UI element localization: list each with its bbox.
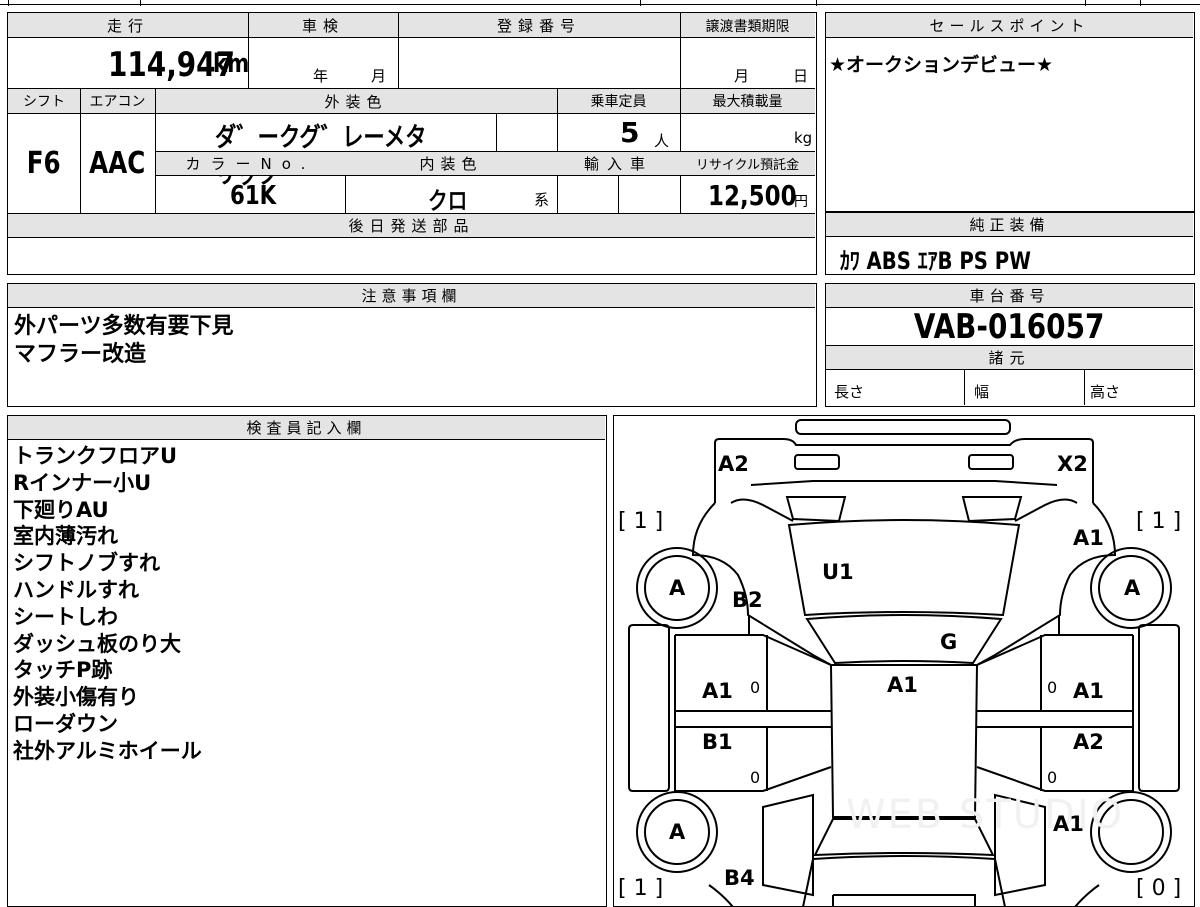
- recycle-unit: 円: [794, 194, 808, 210]
- mileage-unit: km: [213, 49, 250, 79]
- recycle-label: リサイクル預託金: [695, 158, 800, 173]
- mark-u1-trunk: U1: [822, 560, 854, 584]
- inspector-line-10: 外装小傷有り: [13, 685, 139, 710]
- zero-mark-3: 0: [750, 768, 761, 787]
- inspector-line-8: ダッシュ板のり大: [13, 631, 181, 656]
- inspection-label: 車検: [301, 17, 344, 35]
- mark-a1-right-rear-door: A1: [1073, 679, 1104, 703]
- inspector-line-2: Rインナー小U: [13, 470, 152, 495]
- capacity-label: 乗車定員: [590, 94, 647, 110]
- tire-bracket-front-right: [ 0 ]: [1136, 876, 1182, 901]
- mark-b1-left-front-door: B1: [702, 730, 733, 754]
- caution-line-2: マフラー改造: [14, 342, 147, 367]
- mark-a2-rear-left: A2: [718, 452, 749, 476]
- capacity-unit: 人: [654, 132, 670, 150]
- interior-color-value: クロ: [428, 187, 468, 215]
- transfer-day: 日: [793, 67, 809, 85]
- inspection-year: 年: [313, 67, 329, 85]
- mark-a2-right-front-door: A2: [1073, 730, 1104, 754]
- inspector-line-3: 下廻りAU: [13, 497, 109, 522]
- max-load-label: 最大積載量: [712, 94, 783, 110]
- shift-value: F6: [27, 146, 61, 181]
- shift-label: シフト: [23, 94, 65, 110]
- max-load-unit: kg: [794, 129, 813, 147]
- transfer-label: 譲渡書類期限: [705, 18, 790, 35]
- mark-x2-rear-right: X2: [1057, 452, 1088, 476]
- sales-point-text: ★オークションデビュー★: [829, 54, 1054, 76]
- zero-mark-1: 0: [750, 678, 761, 697]
- mark-g-rear-glass: G: [940, 630, 958, 654]
- exterior-color-value: ダ゛ークグ゛レーメタリック: [215, 123, 427, 190]
- registration-label: 登録番号: [496, 17, 581, 35]
- later-parts-label: 後日発送部品: [8, 214, 815, 237]
- inspector-line-4: 室内薄汚れ: [13, 524, 118, 549]
- import-label: 輸入車: [583, 155, 653, 173]
- equipment-label: 純正装備: [826, 213, 1193, 237]
- sales-point-box: セールスポイント ★オークションデビュー★: [825, 12, 1195, 212]
- inspector-line-1: トランクフロアU: [13, 444, 178, 468]
- vehicle-info-table: 走行 車検 登録番号 譲渡書類期限 114,947 km 年 月 月 日 シフト…: [7, 12, 817, 275]
- inspector-line-7: シートしわ: [13, 604, 118, 629]
- color-no-label: カラーNo.: [185, 155, 316, 173]
- inspector-line-11: ローダウン: [13, 711, 118, 736]
- sales-point-label: セールスポイント: [826, 13, 1193, 38]
- equipment-text: ｶﾜ ABS ｴｱB PS PW: [840, 247, 1031, 275]
- car-diagram-box: WEB STUDIO [ 1 ] [ 1 ] [ 1 ] [ 0 ] A A A…: [613, 415, 1195, 907]
- aircon-value: AAC: [89, 146, 146, 181]
- mark-b2-left-quarter: B2: [732, 588, 763, 612]
- chassis-value: VAB-016057: [914, 307, 1105, 347]
- width-label: 幅: [974, 383, 990, 401]
- top-clipped-strip: [0, 0, 1200, 6]
- tire-bracket-rear-left: [ 1 ]: [618, 509, 664, 534]
- inspector-line-6: ハンドルすれ: [13, 577, 139, 602]
- height-label: 高さ: [1090, 383, 1121, 401]
- caution-box: 注意事項欄 外パーツ多数有要下見 マフラー改造: [7, 283, 817, 407]
- tire-bracket-front-left: [ 1 ]: [618, 876, 664, 901]
- inspector-box: 検査員記入欄 トランクフロアU Rインナー小U 下廻りAU 室内薄汚れ シフトノ…: [7, 415, 607, 907]
- wheel-mark-rear-right: A: [1124, 576, 1141, 600]
- wheel-mark-front-left: A: [669, 820, 686, 844]
- mileage-label: 走行: [106, 17, 149, 35]
- mark-a1-roof: A1: [887, 673, 918, 697]
- inspector-line-5: シフトノブすれ: [13, 551, 160, 576]
- mark-a1-right-fender: A1: [1053, 812, 1084, 836]
- wheel-mark-rear-left: A: [669, 576, 686, 600]
- mark-a1-right-quarter: A1: [1073, 526, 1104, 550]
- interior-color-suffix: 系: [534, 191, 550, 209]
- length-label: 長さ: [834, 383, 865, 401]
- exterior-color-label: 外装色: [324, 92, 388, 111]
- inspector-line-12: 社外アルミホイール: [13, 738, 202, 763]
- chassis-box: 車台番号 VAB-016057 諸元 長さ 幅 高さ: [825, 283, 1195, 407]
- inspector-line-9: タッチP跡: [13, 658, 113, 683]
- aircon-label: エアコン: [89, 94, 146, 110]
- mark-b4-left-fender: B4: [724, 866, 755, 890]
- transfer-month: 月: [734, 67, 750, 85]
- inspection-month: 月: [371, 67, 387, 85]
- zero-mark-2: 0: [1047, 678, 1058, 697]
- caution-label: 注意事項欄: [8, 284, 815, 308]
- inspector-label: 検査員記入欄: [8, 416, 605, 440]
- tire-bracket-rear-right: [ 1 ]: [1136, 509, 1182, 534]
- capacity-value: 5: [620, 116, 640, 149]
- interior-color-label: 内装色: [419, 155, 483, 173]
- caution-line-1: 外パーツ多数有要下見: [14, 314, 234, 339]
- zero-mark-4: 0: [1047, 768, 1058, 787]
- chassis-label: 車台番号: [826, 284, 1193, 308]
- equipment-box: 純正装備 ｶﾜ ABS ｴｱB PS PW: [825, 212, 1195, 275]
- specs-label: 諸元: [826, 346, 1193, 369]
- mark-a1-left-rear-door: A1: [702, 679, 733, 703]
- color-no-value: 61K: [230, 181, 277, 211]
